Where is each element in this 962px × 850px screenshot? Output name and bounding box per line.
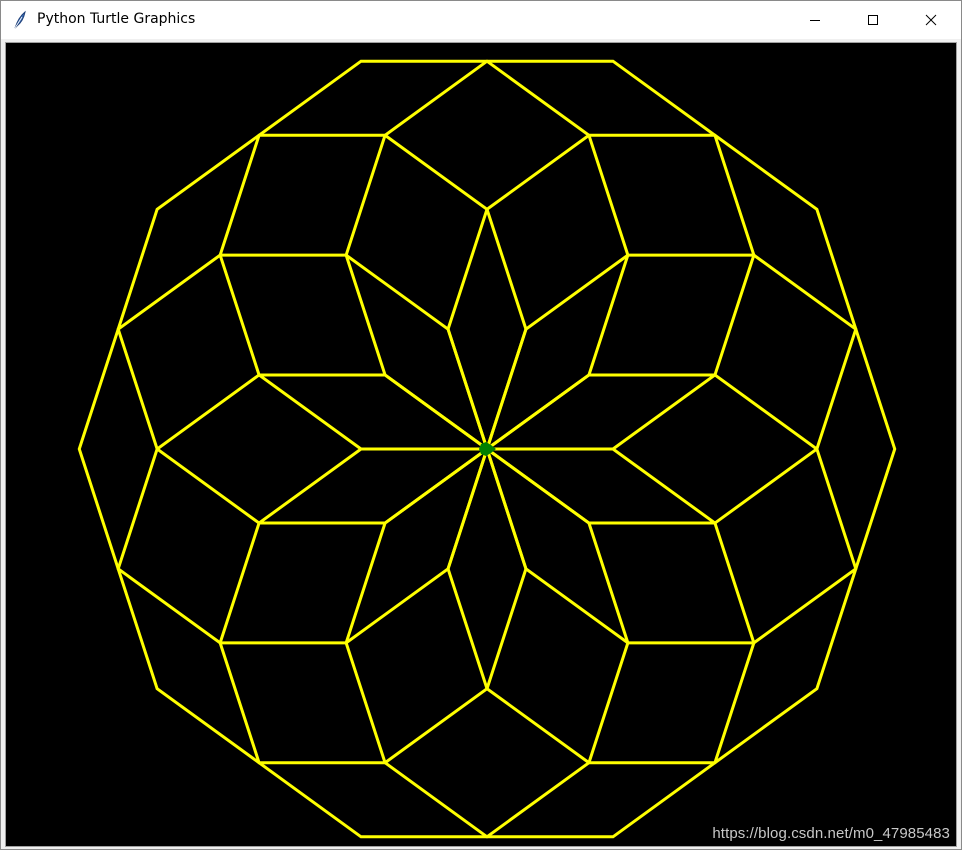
turtle-drawing-canvas[interactable] [6,43,956,846]
minimize-icon [810,20,820,21]
turtle-canvas-frame: https://blog.csdn.net/m0_47985483 [5,42,957,847]
feather-icon [11,10,29,30]
maximize-button[interactable] [844,1,902,39]
window-title: Python Turtle Graphics [37,11,196,27]
title-bar[interactable]: Python Turtle Graphics [1,1,961,39]
maximize-icon [868,15,878,25]
turtle-window: Python Turtle Graphics https://blog.csdn… [0,0,962,850]
close-icon [925,14,937,26]
minimize-button[interactable] [786,1,844,39]
watermark-text: https://blog.csdn.net/m0_47985483 [712,825,950,842]
close-button[interactable] [902,1,960,39]
